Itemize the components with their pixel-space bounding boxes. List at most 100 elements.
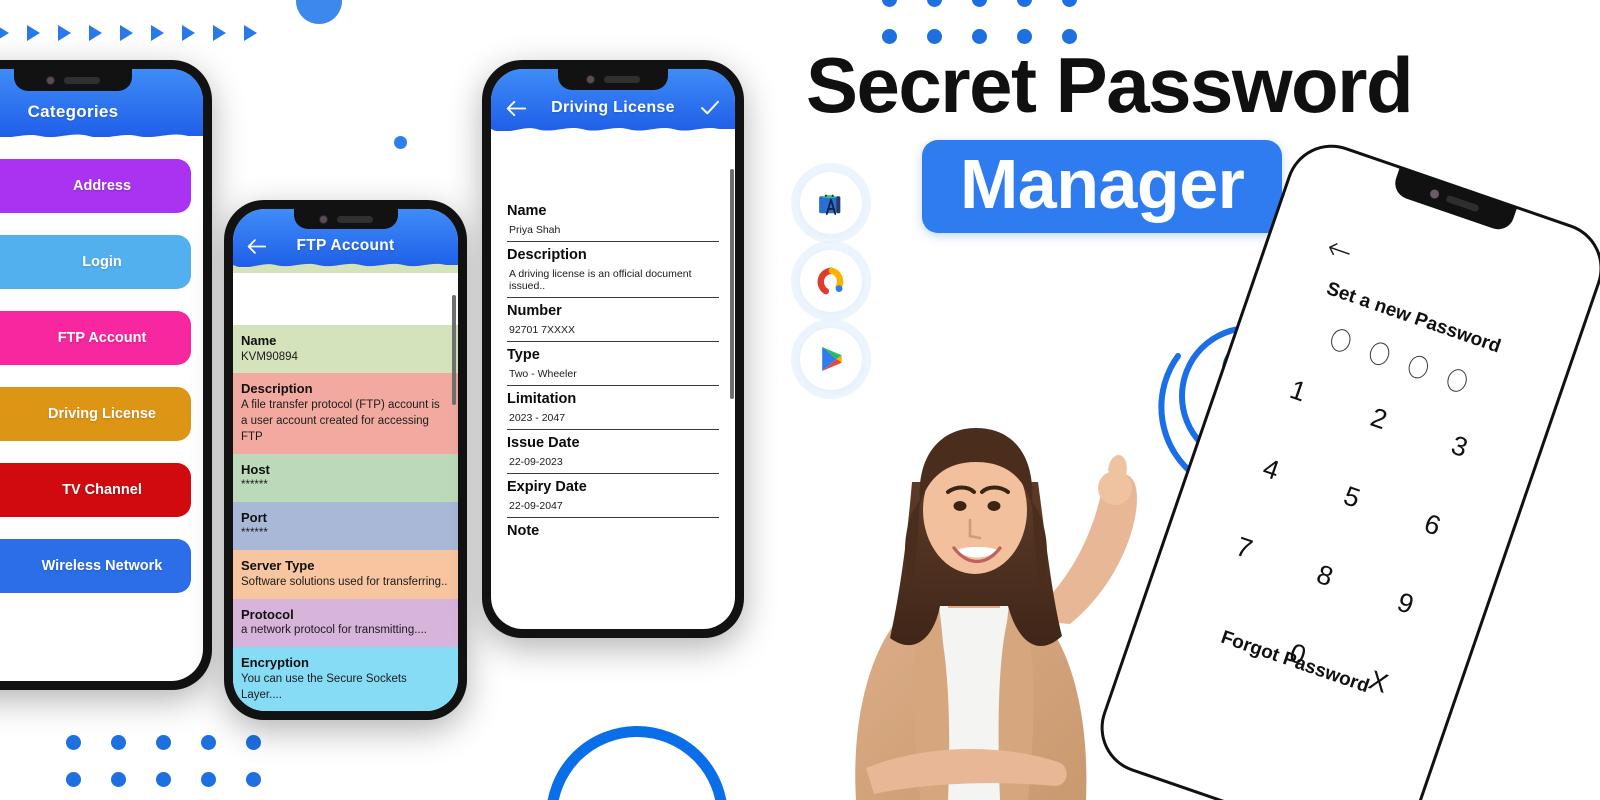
page-title: Secret Password — [806, 41, 1414, 129]
category-label: Driving License — [48, 406, 156, 422]
speaker-icon — [64, 76, 100, 84]
keypad-key-9[interactable]: 9 — [1360, 575, 1451, 632]
driving-license-field[interactable]: Limitation 2023 - 2047 — [507, 391, 719, 430]
decor-dot — [1017, 0, 1032, 7]
keypad-key-6[interactable]: 6 — [1387, 497, 1478, 554]
back-arrow-icon[interactable] — [501, 100, 531, 116]
promo-banner: Categories Address Login FTP AccountFTP Dri… — [0, 0, 1600, 800]
field-label: Server Type — [241, 558, 315, 574]
field-underline — [507, 241, 719, 242]
keypad-key-8[interactable]: 8 — [1279, 547, 1370, 604]
field-value: 2023 - 2047 — [509, 412, 566, 424]
driving-license-field[interactable]: Issue Date 22-09-2023 — [507, 435, 719, 474]
field-label: Description — [241, 381, 313, 397]
keypad-key-1[interactable]: 1 — [1253, 363, 1344, 420]
ftp-field[interactable]: Server Type Software solutions used for t… — [233, 550, 458, 599]
driving-license-field[interactable]: Name Priya Shah — [507, 203, 719, 242]
decor-dot — [1062, 0, 1077, 7]
speaker-icon — [336, 215, 373, 223]
driving-license-field[interactable]: Type Two - Wheeler — [507, 347, 719, 386]
sidebar-item-address[interactable]: Address — [0, 159, 191, 213]
field-underline — [507, 429, 719, 430]
decor-triangle — [151, 25, 164, 41]
category-pill[interactable]: Wireless Network — [0, 539, 191, 593]
page-title: Driving License — [551, 99, 675, 116]
decor-dot — [972, 0, 987, 7]
ftp-field[interactable]: Description A file transfer protocol (FTP… — [233, 373, 458, 454]
sidebar-item-driving-license[interactable]: Driving License — [0, 387, 191, 441]
headline-badge: Manager — [922, 140, 1283, 234]
pin-dot — [1444, 366, 1470, 395]
field-value: Two - Wheeler — [509, 368, 577, 380]
decor-dot — [66, 772, 81, 787]
category-pill[interactable]: Address — [0, 159, 191, 213]
decor-dot — [111, 772, 126, 787]
ftp-field[interactable]: Port ****** — [233, 501, 458, 551]
driving-license-field[interactable]: Description A driving license is an offic… — [507, 247, 719, 298]
ftp-field[interactable]: Host ****** — [233, 453, 458, 502]
keypad-key-2[interactable]: 2 — [1333, 391, 1424, 448]
driving-license-field-list: Name Priya Shah Description A driving licen… — [491, 131, 735, 539]
android-studio-icon[interactable] — [800, 172, 862, 234]
check-icon[interactable] — [695, 100, 725, 116]
field-underline — [507, 297, 719, 298]
sidebar-item-ftp-account[interactable]: FTP AccountFTP — [0, 311, 191, 365]
driving-license-field[interactable]: Number 92701 7XXXX — [507, 303, 719, 342]
category-label: FTP Account — [57, 330, 147, 346]
speaker-icon — [1444, 194, 1480, 212]
field-value: Priya Shah — [509, 224, 561, 236]
decor-dot — [111, 735, 126, 750]
category-pill[interactable]: FTP Account — [0, 311, 191, 365]
decor-dot — [201, 772, 216, 787]
category-pill[interactable]: TV Channel — [0, 463, 191, 517]
driving-license-field[interactable]: Note — [507, 523, 719, 539]
header-wave — [491, 127, 735, 138]
decor-dot-grid-bottom-left — [66, 735, 261, 787]
header-wave — [0, 134, 203, 145]
ftp-field[interactable]: Name KVM90894 — [233, 325, 458, 374]
driving-license-field[interactable]: Expiry Date 22-09-2047 — [507, 479, 719, 518]
admob-icon[interactable] — [800, 250, 862, 312]
phone-notch — [558, 69, 668, 90]
sidebar-item-login[interactable]: Login — [0, 235, 191, 289]
category-pill[interactable]: Login — [0, 235, 191, 289]
sidebar-item-tv-channel[interactable]: TV Channel — [0, 463, 191, 517]
field-value: 22-09-2023 — [509, 456, 563, 468]
decor-dot — [246, 772, 261, 787]
keypad-key-3[interactable]: 3 — [1414, 418, 1505, 475]
ftp-field[interactable]: Protocol a network protocol for transmitt… — [233, 598, 458, 648]
decor-dot — [156, 735, 171, 750]
field-value: ****** — [241, 479, 268, 492]
phone-notch — [293, 209, 398, 229]
speaker-icon — [604, 76, 640, 83]
header-wave — [233, 263, 458, 273]
ftp-field[interactable]: Encryption You can use the Secure Sockets… — [233, 647, 458, 711]
field-value: 22-09-2047 — [509, 500, 563, 512]
keypad-key-4[interactable]: 4 — [1226, 441, 1317, 498]
keypad-key-7[interactable]: 7 — [1199, 520, 1290, 577]
scrollbar[interactable] — [730, 169, 734, 399]
field-value: ****** — [241, 527, 268, 540]
field-label: Port — [241, 509, 267, 525]
field-label: Host — [241, 461, 270, 477]
back-arrow-icon[interactable] — [241, 238, 271, 254]
category-label: Wireless Network — [41, 558, 163, 574]
category-pill[interactable]: Driving License — [0, 387, 191, 441]
page-title: FTP Account — [296, 237, 395, 254]
phone-ftp-account: FTP Account Name KVM90894 Description A fil… — [224, 200, 467, 720]
field-underline — [507, 473, 719, 474]
scrollbar[interactable] — [452, 295, 456, 405]
field-underline — [507, 385, 719, 386]
field-label: Number — [507, 303, 562, 319]
back-arrow-icon[interactable] — [1324, 234, 1355, 266]
field-label: Issue Date — [507, 435, 580, 451]
decor-triangle — [244, 25, 257, 41]
decor-dot-mid — [394, 136, 407, 149]
decor-triangle — [58, 25, 71, 41]
field-label: Protocol — [241, 606, 294, 622]
category-label: Address — [72, 178, 132, 194]
camera-icon — [1428, 187, 1440, 200]
keypad-key-5[interactable]: 5 — [1306, 469, 1397, 526]
sidebar-item-wireless-network[interactable]: Wireless Network — [0, 539, 191, 593]
field-value: KVM90894 — [241, 350, 298, 363]
